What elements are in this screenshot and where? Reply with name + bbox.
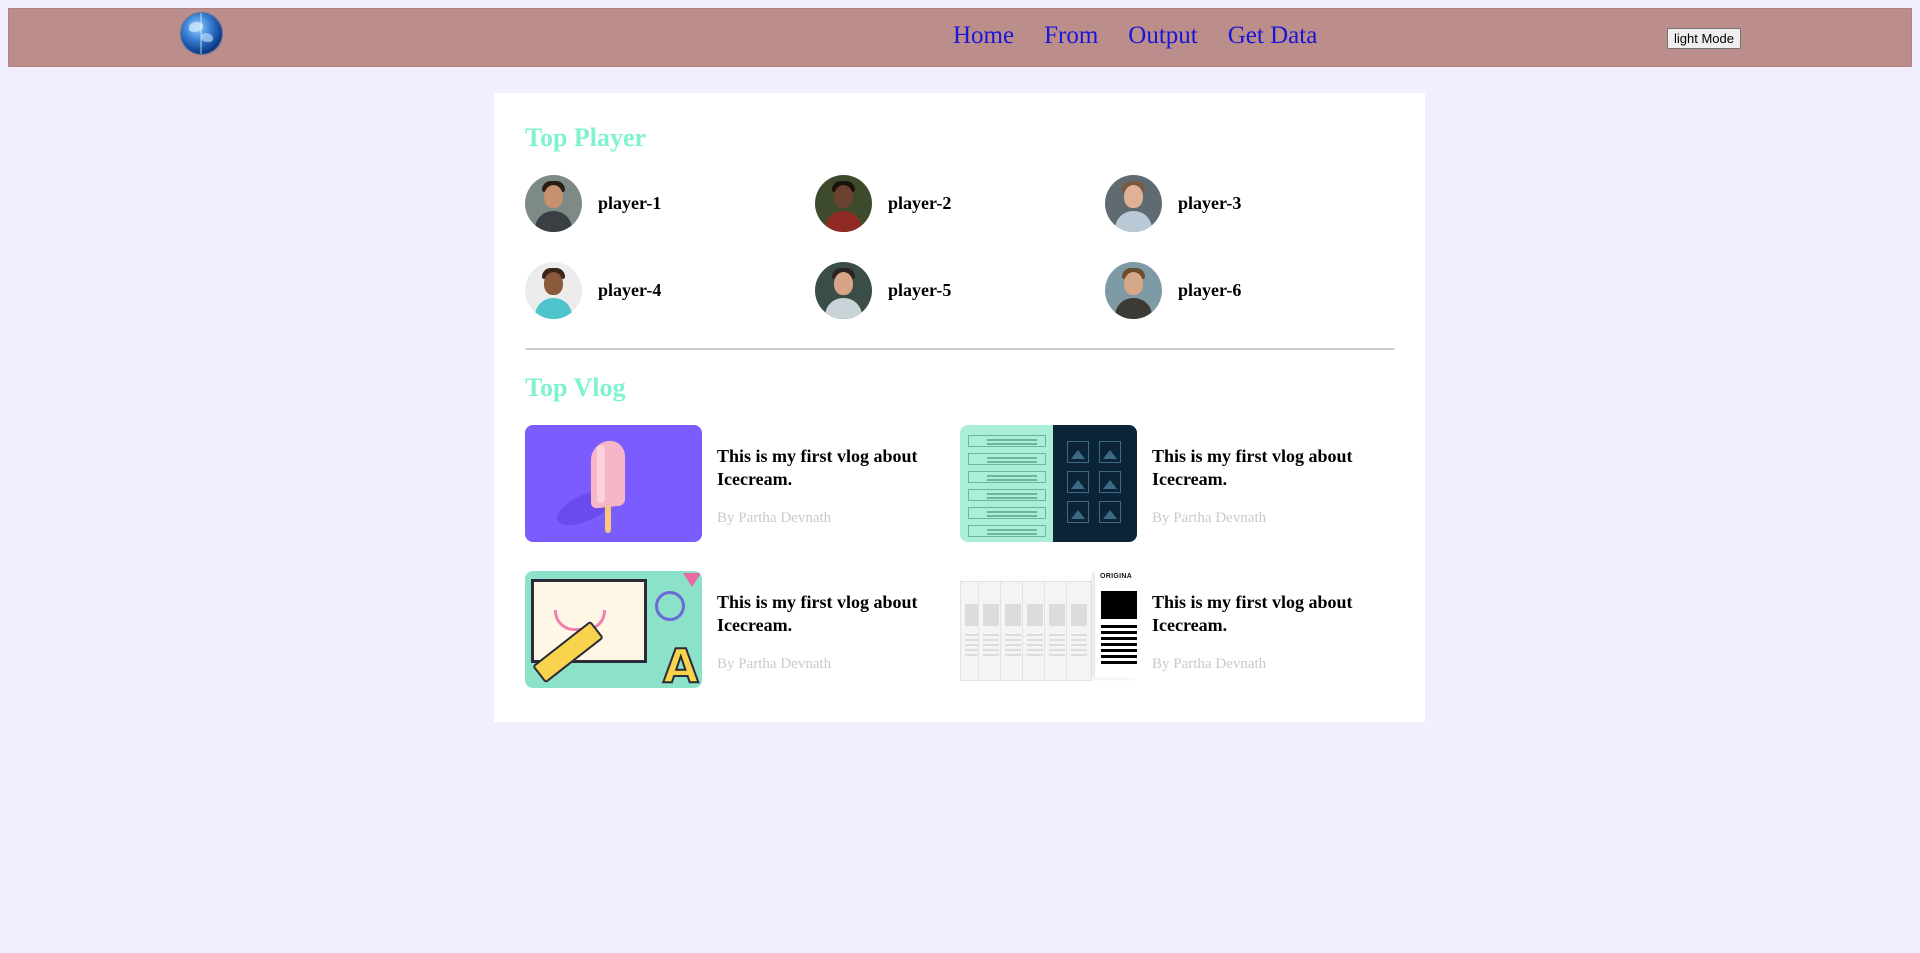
globe-logo-icon[interactable] bbox=[181, 13, 222, 54]
crafts-thumbnail[interactable]: A bbox=[525, 571, 702, 688]
avatar bbox=[815, 175, 872, 232]
vlog-author: By Partha Devnath bbox=[717, 656, 832, 672]
section-divider bbox=[525, 348, 1395, 350]
nav-link-home[interactable]: Home bbox=[953, 21, 1014, 51]
vlog-author: By Partha Devnath bbox=[717, 510, 832, 526]
vlog-card[interactable]: ORIGINA This is my first vlog about Icec… bbox=[960, 571, 1390, 688]
documents-thumbnail[interactable]: ORIGINA bbox=[960, 571, 1137, 688]
vlog-card[interactable]: This is my first vlog about Icecream. By… bbox=[960, 425, 1390, 542]
list-grid-thumbnail[interactable] bbox=[960, 425, 1137, 542]
nav-link-get-data[interactable]: Get Data bbox=[1228, 21, 1318, 51]
player-name: player-3 bbox=[1178, 193, 1242, 213]
content-card: Top Player player-1 player-2 player-3 pl… bbox=[494, 93, 1425, 722]
vlog-author: By Partha Devnath bbox=[1152, 656, 1267, 672]
vlog-title[interactable]: This is my first vlog about Icecream. bbox=[1152, 445, 1390, 491]
avatar bbox=[815, 262, 872, 319]
player-card[interactable]: player-3 bbox=[1105, 175, 1241, 232]
player-card[interactable]: player-1 bbox=[525, 175, 661, 232]
player-name: player-4 bbox=[598, 280, 662, 300]
player-card[interactable]: player-2 bbox=[815, 175, 951, 232]
player-list: player-1 player-2 player-3 player-4 play… bbox=[525, 175, 1395, 320]
avatar bbox=[1105, 175, 1162, 232]
popsicle-thumbnail[interactable] bbox=[525, 425, 702, 542]
nav-link-output[interactable]: Output bbox=[1128, 21, 1197, 51]
vlog-card[interactable]: A This is my first vlog about Icecream. … bbox=[525, 571, 955, 688]
player-card[interactable]: player-6 bbox=[1105, 262, 1241, 319]
nav-link-from[interactable]: From bbox=[1044, 21, 1098, 51]
original-label: ORIGINA bbox=[1100, 573, 1133, 580]
player-name: player-6 bbox=[1178, 280, 1242, 300]
player-card[interactable]: player-4 bbox=[525, 262, 661, 319]
top-player-heading: Top Player bbox=[525, 123, 647, 152]
player-name: player-1 bbox=[598, 193, 662, 213]
avatar bbox=[525, 262, 582, 319]
top-vlog-heading: Top Vlog bbox=[525, 373, 626, 402]
avatar bbox=[525, 175, 582, 232]
vlog-title[interactable]: This is my first vlog about Icecream. bbox=[717, 591, 955, 637]
vlog-card[interactable]: This is my first vlog about Icecream. By… bbox=[525, 425, 955, 542]
player-card[interactable]: player-5 bbox=[815, 262, 951, 319]
vlog-title[interactable]: This is my first vlog about Icecream. bbox=[1152, 591, 1390, 637]
player-name: player-5 bbox=[888, 280, 952, 300]
player-name: player-2 bbox=[888, 193, 952, 213]
light-mode-button[interactable]: light Mode bbox=[1667, 28, 1741, 49]
navbar: Home From Output Get Data light Mode bbox=[8, 8, 1912, 67]
vlog-title[interactable]: This is my first vlog about Icecream. bbox=[717, 445, 955, 491]
vlog-author: By Partha Devnath bbox=[1152, 510, 1267, 526]
nav-links: Home From Output Get Data bbox=[953, 21, 1347, 51]
avatar bbox=[1105, 262, 1162, 319]
